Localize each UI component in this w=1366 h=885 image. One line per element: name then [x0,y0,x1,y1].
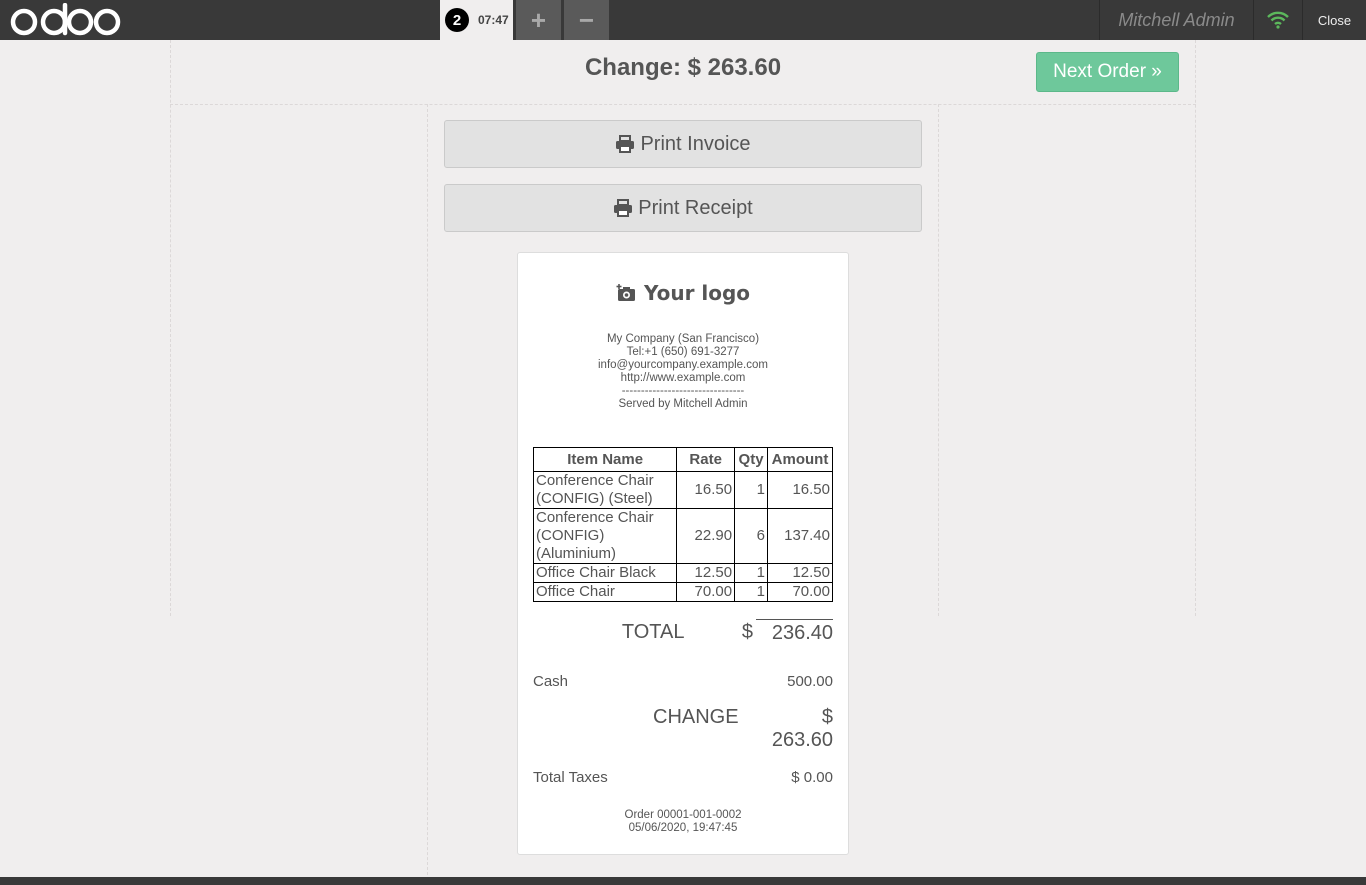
bottom-bar [0,877,1366,885]
column-header: Rate [676,447,736,472]
payment-amount: 500.00 [787,673,833,690]
total-value: 236.40 [756,619,833,645]
payment-method: Cash [533,673,569,690]
print-icon [614,199,633,217]
table-row: Conference Chair (CONFIG) (Aluminium) 22… [532,508,833,564]
print-receipt-button[interactable]: Print Receipt [444,184,922,232]
item-amount: 137.40 [767,508,833,564]
change-value: $ 263.60 [771,706,833,751]
order-info: Order 00001-001-0002 05/06/2020, 19:47:4… [533,809,833,835]
table-row: Office Chair 70.00 1 70.00 [532,582,833,602]
order-tab[interactable]: 2 07:47 [440,0,513,40]
taxes-label: Total Taxes [533,769,608,786]
print-receipt-label: Print Receipt [638,196,753,219]
taxes-value: $ 0.00 [791,769,833,786]
company-email: info@yourcompany.example.com [598,359,768,371]
total-currency: $ [741,620,753,643]
company-tel: Tel:+1 (650) 691-3277 [626,346,740,358]
order-time: 07:47 [478,13,509,27]
column-header: Qty [734,447,769,472]
close-button[interactable]: Close [1303,0,1366,40]
item-rate: 12.50 [676,563,736,583]
company-website: http://www.example.com [620,372,746,384]
print-invoice-label: Print Invoice [640,132,751,155]
remove-order-button[interactable]: − [564,0,609,40]
print-icon [616,135,635,153]
odoo-logo [10,2,122,38]
item-rate: 16.50 [676,471,736,509]
divider [427,104,428,885]
column-header: Amount [767,447,833,472]
receipt-change: CHANGE $ 263.60 [533,706,833,752]
order-date: 05/06/2020, 19:47:45 [628,822,738,834]
divider [170,104,1196,105]
wifi-icon[interactable] [1254,0,1303,40]
divider [938,104,939,616]
item-name: Conference Chair (CONFIG) (Aluminium) [532,508,678,564]
print-invoice-button[interactable]: Print Invoice [444,120,922,168]
receipt-items-table: Item Name Rate Qty Amount Conference Cha… [532,447,833,602]
table-row: Conference Chair (CONFIG) (Steel) 16.50 … [532,471,833,509]
separator: -------------------------------- [621,385,745,397]
item-amount: 12.50 [767,563,833,583]
item-amount: 16.50 [767,471,833,509]
company-info: My Company (San Francisco) Tel:+1 (650) … [533,333,833,411]
payment-line: Cash 500.00 [533,673,833,690]
item-name: Office Chair [532,582,678,602]
item-name: Office Chair Black [532,563,678,583]
logo-text: Your logo [643,281,751,305]
company-name: My Company (San Francisco) [606,333,760,345]
table-row: Office Chair Black 12.50 1 12.50 [532,563,833,583]
top-bar: 2 07:47 + − Mitchell Admin Close [0,0,1366,40]
taxes-line: Total Taxes $ 0.00 [533,769,833,786]
company-logo: Your logo [533,273,833,313]
camera-icon [616,284,635,301]
change-label: CHANGE [653,706,739,728]
item-name: Conference Chair (CONFIG) (Steel) [532,471,678,509]
table-header-row: Item Name Rate Qty Amount [532,447,833,472]
order-number-badge: 2 [445,8,469,32]
item-qty: 1 [734,563,769,583]
column-header: Item Name [532,447,678,472]
receipt: Your logo My Company (San Francisco) Tel… [517,252,849,855]
next-order-button[interactable]: Next Order » [1036,52,1179,92]
cashier-name[interactable]: Mitchell Admin [1099,0,1254,40]
served-by: Served by Mitchell Admin [618,398,748,410]
item-amount: 70.00 [767,582,833,602]
item-rate: 22.90 [676,508,736,564]
item-rate: 70.00 [676,582,736,602]
change-title: Change: $ 263.60 [584,54,782,81]
total-label: TOTAL [621,620,685,643]
receipt-total: TOTAL $ 236.40 [533,617,833,647]
order-reference: Order 00001-001-0002 [624,809,742,821]
item-qty: 1 [734,582,769,602]
item-qty: 1 [734,471,769,509]
item-qty: 6 [734,508,769,564]
add-order-button[interactable]: + [516,0,561,40]
